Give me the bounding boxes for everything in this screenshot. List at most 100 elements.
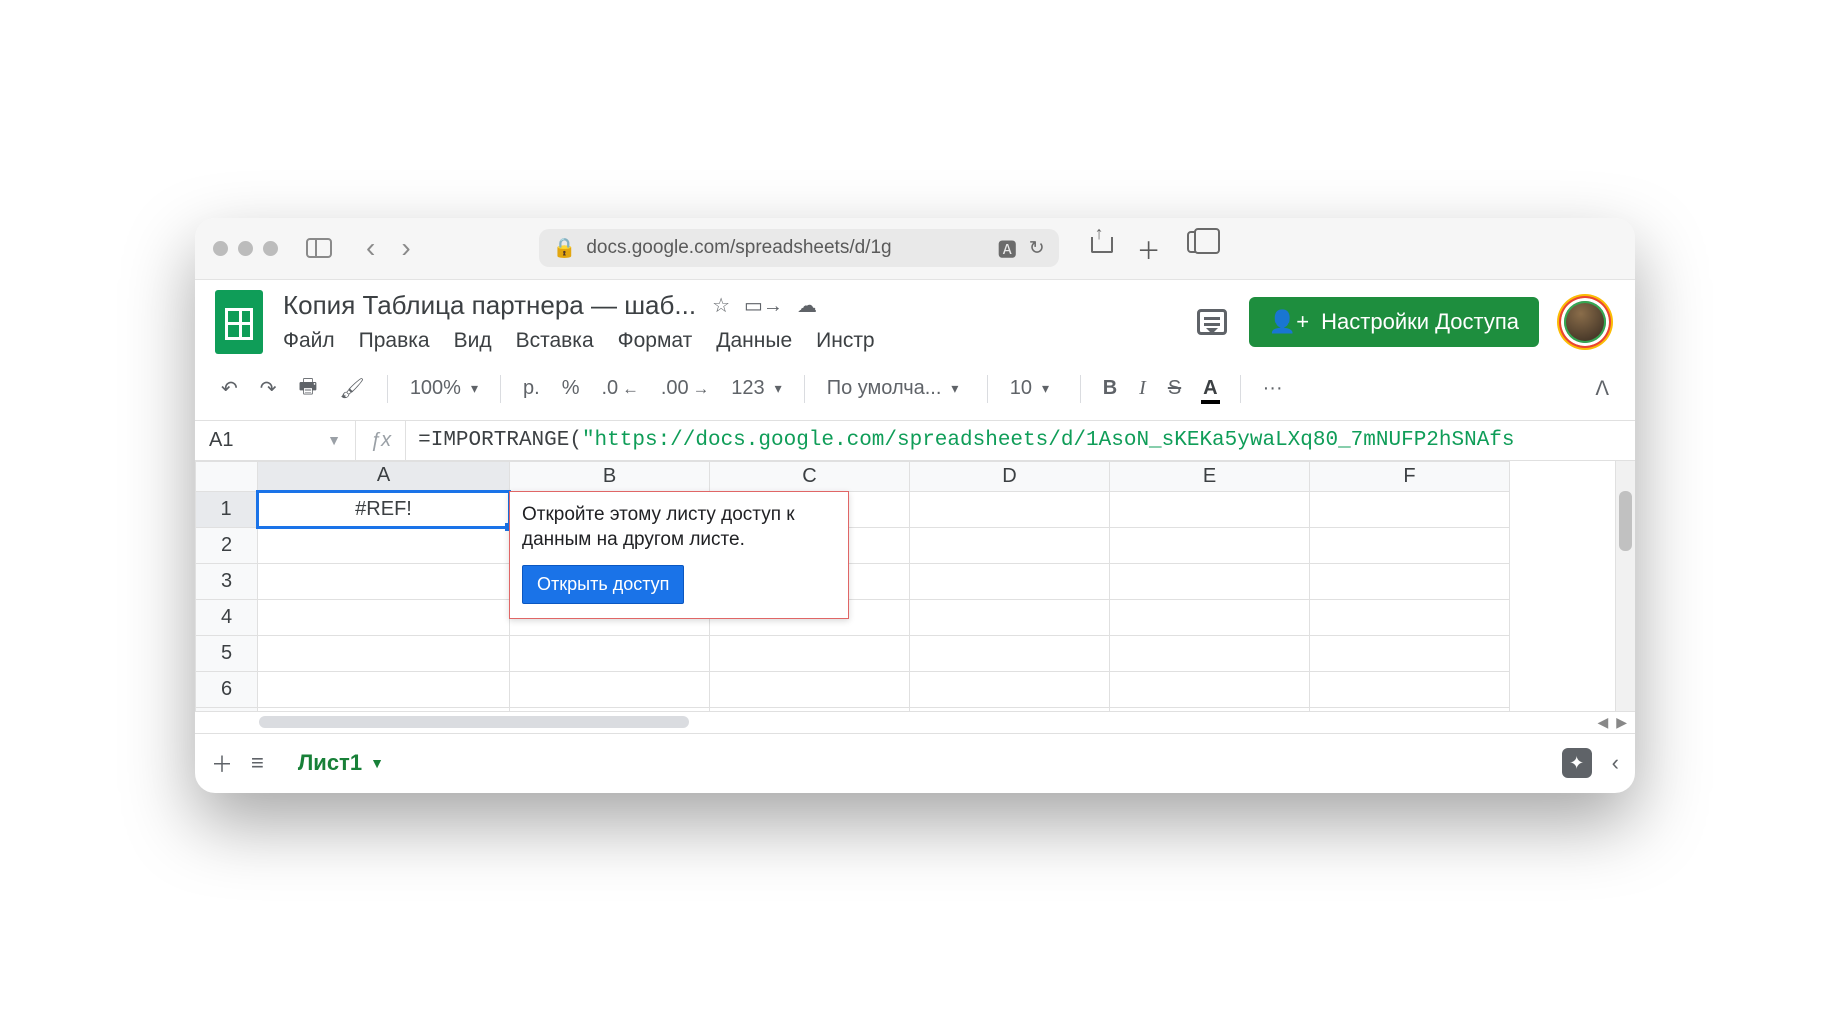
increase-decimal-button[interactable]: .00→	[655, 373, 715, 404]
text-color-button[interactable]: A	[1197, 373, 1223, 404]
forward-button[interactable]: ›	[393, 232, 418, 264]
cell[interactable]	[1110, 527, 1310, 563]
row-header-2[interactable]: 2	[196, 527, 258, 563]
cell[interactable]	[1310, 527, 1510, 563]
formula-input[interactable]: =IMPORTRANGE("https://docs.google.com/sp…	[406, 429, 1635, 452]
cell[interactable]	[1310, 599, 1510, 635]
document-title[interactable]: Копия Таблица партнера — шаб...	[283, 290, 696, 321]
cell[interactable]	[910, 671, 1110, 707]
bold-button[interactable]: B	[1097, 373, 1123, 404]
cell-F1[interactable]	[1310, 491, 1510, 527]
tabs-overview-icon[interactable]	[1187, 231, 1209, 253]
sheet-tab-active[interactable]: Лист1 ▼	[282, 740, 400, 786]
reload-icon[interactable]: ↻	[1029, 237, 1045, 260]
translate-icon[interactable]: 🅰	[998, 235, 1017, 262]
cell-E1[interactable]	[1110, 491, 1310, 527]
more-formats-dropdown[interactable]: 123	[725, 373, 787, 404]
row-header-7[interactable]: 7	[196, 707, 258, 711]
cell[interactable]	[1310, 671, 1510, 707]
scroll-right-icon[interactable]: ▶	[1616, 714, 1627, 731]
cell[interactable]	[1110, 671, 1310, 707]
back-button[interactable]: ‹	[358, 232, 383, 264]
strikethrough-button[interactable]: S	[1162, 373, 1187, 404]
collapse-toolbar-icon[interactable]: ᐱ	[1589, 372, 1615, 405]
column-header-B[interactable]: B	[510, 461, 710, 491]
cell[interactable]	[910, 635, 1110, 671]
cloud-status-icon[interactable]: ☁	[797, 293, 817, 318]
undo-icon[interactable]: ↶	[215, 372, 244, 405]
menu-data[interactable]: Данные	[716, 329, 792, 353]
font-family-dropdown[interactable]: По умолча...	[821, 373, 971, 404]
account-avatar[interactable]	[1561, 298, 1609, 346]
minimize-window-icon[interactable]	[238, 241, 253, 256]
star-icon[interactable]: ☆	[712, 293, 730, 318]
name-box[interactable]: A1 ▼	[195, 429, 355, 452]
cell[interactable]	[258, 599, 510, 635]
row-header-5[interactable]: 5	[196, 635, 258, 671]
cell[interactable]	[1310, 563, 1510, 599]
cell[interactable]	[710, 707, 910, 711]
row-header-6[interactable]: 6	[196, 671, 258, 707]
cell[interactable]	[258, 707, 510, 711]
vertical-scrollbar[interactable]	[1615, 461, 1635, 711]
print-icon[interactable]: 🖶	[293, 368, 324, 410]
cell[interactable]	[258, 563, 510, 599]
sidebar-toggle-icon[interactable]	[306, 238, 332, 258]
format-currency-button[interactable]: р.	[517, 373, 546, 404]
allow-access-button[interactable]: Открыть доступ	[522, 565, 684, 604]
menu-view[interactable]: Вид	[454, 329, 492, 353]
paint-format-icon[interactable]: 🖌	[333, 372, 370, 405]
address-bar[interactable]: 🔒 docs.google.com/spreadsheets/d/1g 🅰 ↻	[539, 229, 1059, 267]
comments-icon[interactable]	[1197, 309, 1227, 335]
zoom-dropdown[interactable]: 100%	[404, 373, 484, 404]
select-all-corner[interactable]	[196, 461, 258, 491]
column-header-A[interactable]: A	[258, 461, 510, 491]
cell[interactable]	[258, 635, 510, 671]
cell[interactable]	[710, 671, 910, 707]
explore-icon[interactable]: ✦	[1562, 748, 1592, 778]
cell[interactable]	[258, 671, 510, 707]
cell[interactable]	[510, 671, 710, 707]
column-header-F[interactable]: F	[1310, 461, 1510, 491]
cell[interactable]	[510, 707, 710, 711]
row-header-4[interactable]: 4	[196, 599, 258, 635]
maximize-window-icon[interactable]	[263, 241, 278, 256]
close-window-icon[interactable]	[213, 241, 228, 256]
row-header-1[interactable]: 1	[196, 491, 258, 527]
new-tab-icon[interactable]: ＋	[1137, 231, 1161, 266]
scrollbar-thumb[interactable]	[1619, 491, 1632, 551]
cell[interactable]	[1110, 707, 1310, 711]
column-header-E[interactable]: E	[1110, 461, 1310, 491]
cell[interactable]	[910, 707, 1110, 711]
menu-file[interactable]: Файл	[283, 329, 335, 353]
cell[interactable]	[1110, 563, 1310, 599]
menu-tools[interactable]: Инстр	[816, 329, 875, 353]
redo-icon[interactable]: ↷	[254, 372, 283, 405]
sheets-logo-icon[interactable]	[215, 290, 263, 354]
menu-insert[interactable]: Вставка	[516, 329, 594, 353]
all-sheets-button[interactable]: ≡	[251, 750, 264, 776]
cell-D1[interactable]	[910, 491, 1110, 527]
toolbar-more-button[interactable]: ···	[1257, 373, 1289, 404]
decrease-decimal-button[interactable]: .0←	[595, 373, 644, 404]
column-header-D[interactable]: D	[910, 461, 1110, 491]
move-icon[interactable]: ▭→	[744, 293, 783, 318]
cell[interactable]	[1310, 635, 1510, 671]
horizontal-scrollbar[interactable]	[259, 716, 689, 728]
row-header-3[interactable]: 3	[196, 563, 258, 599]
share-button[interactable]: 👤+ Настройки Доступа	[1249, 297, 1539, 347]
share-page-icon[interactable]	[1091, 231, 1111, 253]
cell[interactable]	[1310, 707, 1510, 711]
format-percent-button[interactable]: %	[556, 373, 586, 404]
column-header-C[interactable]: C	[710, 461, 910, 491]
cell[interactable]	[710, 635, 910, 671]
cell[interactable]	[1110, 599, 1310, 635]
add-sheet-button[interactable]: ＋	[211, 747, 233, 779]
font-size-dropdown[interactable]: 10	[1004, 373, 1064, 404]
cell-A1[interactable]: #REF!	[258, 491, 510, 527]
cell[interactable]	[1110, 635, 1310, 671]
side-panel-toggle-icon[interactable]: ‹	[1612, 750, 1619, 776]
menu-edit[interactable]: Правка	[359, 329, 430, 353]
cell[interactable]	[910, 527, 1110, 563]
cell[interactable]	[910, 599, 1110, 635]
